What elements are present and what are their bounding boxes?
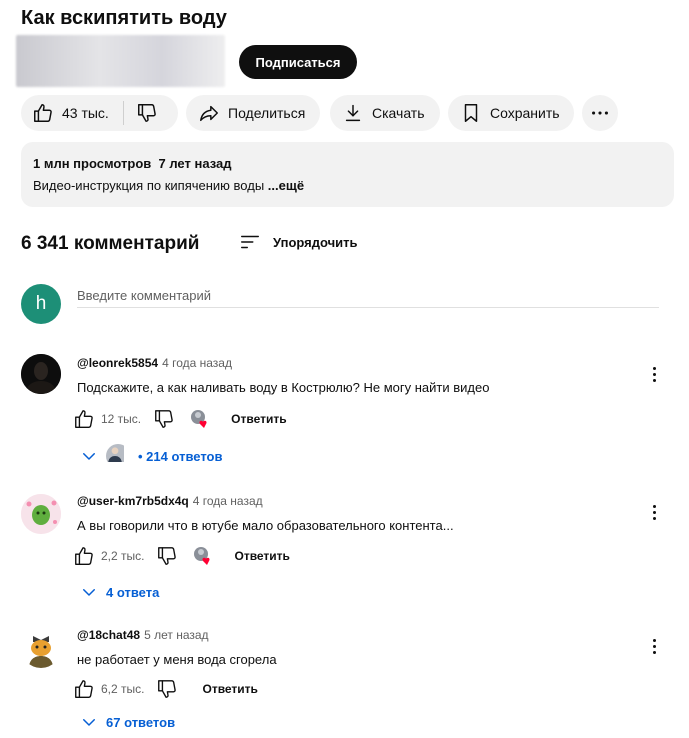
download-label: Скачать [372,105,425,121]
comment-author[interactable]: @user-km7rb5dx4q [77,494,189,508]
comment-actions: 6,2 тыс. Ответить [73,678,258,700]
thumbs-up-icon[interactable] [73,678,95,700]
subscribe-button[interactable]: Подписаться [239,45,357,79]
description-body: Видео-инструкция по кипячению воды [33,178,268,193]
comment-like-count: 12 тыс. [101,412,142,426]
sort-icon [241,235,259,249]
comment-author-avatar[interactable] [21,628,61,668]
view-replies-button[interactable]: • 214 ответов [80,444,222,468]
reply-button[interactable]: Ответить [234,549,289,563]
thumbs-up-icon[interactable] [73,408,95,430]
comments-count: 6 341 комментарий [21,233,200,254]
description-box[interactable]: 1 млн просмотров 7 лет назад Видео-инстр… [21,142,674,207]
like-dislike-group: 43 тыс. [21,95,178,131]
thumbs-up-icon[interactable] [73,545,95,567]
comment-menu-icon[interactable] [645,634,663,658]
share-icon [200,105,218,122]
comment-time[interactable]: 4 года назад [193,494,263,508]
comment-thread: @user-km7rb5dx4q 4 года назад А вы говори… [0,494,689,609]
comment-actions: 2,2 тыс. Ответить [73,545,290,567]
comment-like-count: 2,2 тыс. [101,549,145,563]
user-avatar[interactable]: h [21,284,61,324]
replies-count: 4 ответа [106,584,160,600]
bookmark-icon [464,104,478,122]
comment-like-count: 6,2 тыс. [101,682,145,696]
thumbs-down-icon[interactable] [153,408,175,430]
video-title: Как вскипятить воду [21,7,227,29]
comment-header: @18chat48 5 лет назад [77,628,209,642]
comment-time[interactable]: 5 лет назад [144,628,208,642]
thumbs-down-icon[interactable] [156,678,178,700]
chevron-down-icon [83,719,95,726]
replier-avatar [106,444,130,468]
comment-author[interactable]: @leonrek5854 [77,356,158,370]
comment-text: не работает у меня вода сгорела [77,652,277,667]
save-label: Сохранить [490,105,560,121]
comment-author-avatar[interactable] [21,494,61,534]
comment-text: А вы говорили что в ютубе мало образоват… [77,518,454,533]
thumbs-up-icon [34,104,52,122]
comment-time[interactable]: 4 года назад [162,356,232,370]
comment-actions: 12 тыс. Ответить [73,408,287,430]
comment-author-avatar[interactable] [21,354,61,394]
creator-heart-icon [191,410,207,428]
comment-thread: @18chat48 5 лет назад не работает у меня … [0,628,689,738]
comment-author[interactable]: @18chat48 [77,628,140,642]
more-actions-button[interactable] [582,95,618,131]
view-count-and-date: 1 млн просмотров 7 лет назад [33,156,232,171]
like-count: 43 тыс. [62,105,109,121]
more-horizontal-icon [592,111,608,115]
view-replies-button[interactable]: 67 ответов [80,713,175,731]
comment-menu-icon[interactable] [645,362,663,386]
like-button[interactable]: 43 тыс. [21,95,109,131]
share-button[interactable]: Поделиться [186,95,320,131]
chevron-down-icon [83,453,95,460]
chevron-down-icon [83,589,95,596]
comment-menu-icon[interactable] [645,500,663,524]
download-button[interactable]: Скачать [330,95,440,131]
reply-button[interactable]: Ответить [202,682,257,696]
comment-text: Подскажите, а как наливать воду в Кострю… [77,380,490,395]
reply-button[interactable]: Ответить [231,412,286,426]
description-text: Видео-инструкция по кипячению воды ...ещ… [33,178,662,193]
share-label: Поделиться [228,105,306,121]
download-icon [345,104,361,122]
thumbs-down-icon[interactable] [156,545,178,567]
replies-count: • 214 ответов [138,448,223,464]
replies-count: 67 ответов [106,714,176,730]
comment-thread: @leonrek5854 4 года назад Подскажите, а к… [0,354,689,471]
save-button[interactable]: Сохранить [448,95,574,131]
sort-comments-button[interactable]: Упорядочить [239,231,358,253]
channel-info-blurred[interactable] [16,35,225,87]
description-more-link[interactable]: ...ещё [268,178,304,193]
comment-header: @leonrek5854 4 года назад [77,356,232,370]
comment-input[interactable] [77,283,659,308]
creator-heart-icon [194,547,211,565]
comment-header: @user-km7rb5dx4q 4 года назад [77,494,263,508]
thumbs-down-icon [137,104,156,122]
view-replies-button[interactable]: 4 ответа [80,583,159,601]
sort-label: Упорядочить [273,234,358,250]
dislike-button[interactable] [124,95,158,131]
